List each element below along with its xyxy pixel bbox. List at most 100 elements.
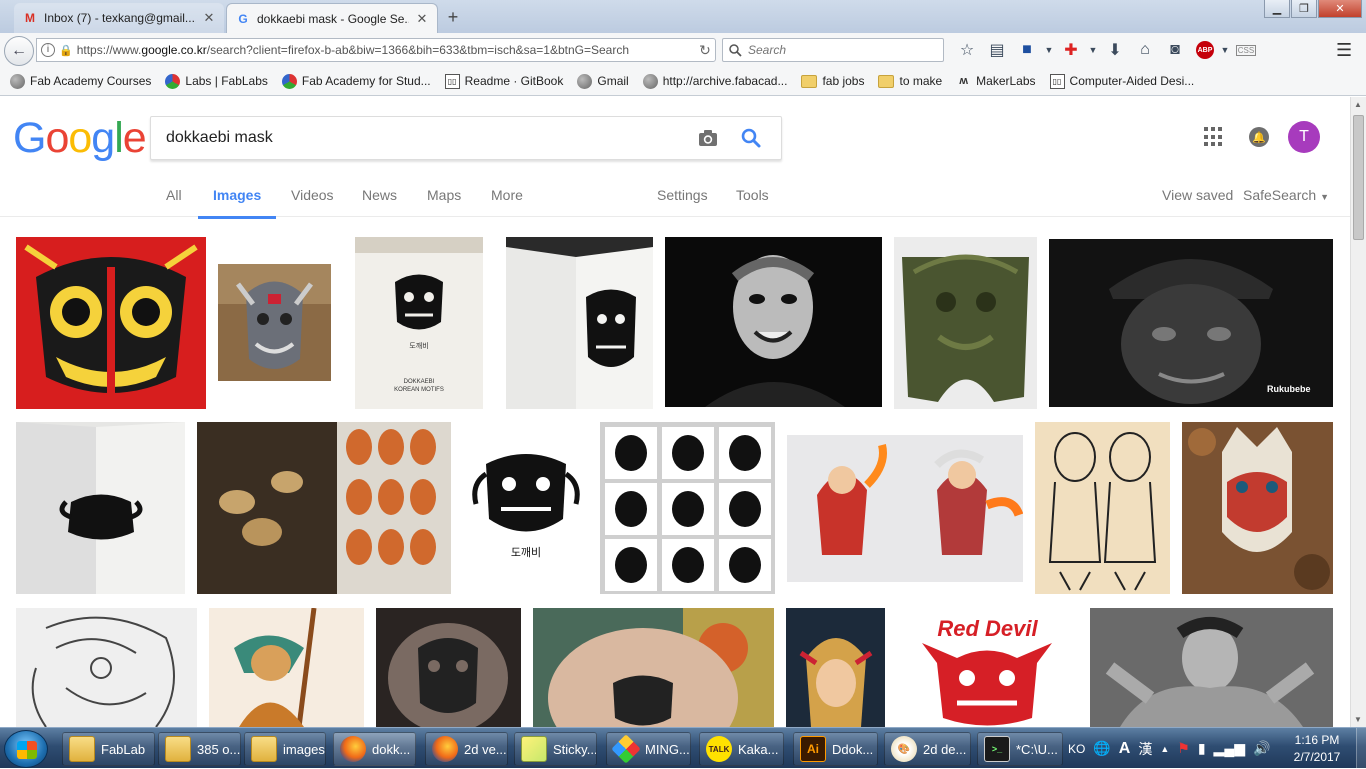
tab-news[interactable]: News [362,187,397,203]
bookmark-item[interactable]: Labs | FabLabs [165,73,268,89]
image-result[interactable]: 도깨비 DOKKAEBI KOREAN MOTIFS [355,237,483,409]
bookmark-folder[interactable]: to make [878,74,942,88]
bookmark-item[interactable]: Fab Academy Courses [10,73,151,89]
tab-tools[interactable]: Tools [736,187,769,203]
close-icon[interactable]: ✕ [415,11,429,27]
download-icon[interactable]: ⬇ [1100,40,1130,60]
language-bar-icon[interactable]: 🌐 [1093,740,1110,757]
back-button[interactable]: ← [4,36,34,66]
hamburger-menu-icon[interactable]: ☰ [1336,40,1352,61]
google-search-box[interactable] [150,116,782,160]
first-aid-icon[interactable]: ✚ [1056,40,1086,60]
pocket-icon[interactable]: ◙ [1160,41,1190,59]
image-result[interactable] [197,422,451,594]
taskbar-item[interactable]: TALK Kaka... [699,732,784,766]
image-result[interactable] [1035,422,1170,594]
dropdown-arrow-icon[interactable]: ▼ [1086,45,1100,55]
action-center-flag-icon[interactable]: ⚑ [1177,740,1190,757]
scroll-down-icon[interactable]: ▼ [1354,715,1362,724]
reading-list-icon[interactable]: ▤ [982,40,1012,60]
adblock-plus-icon[interactable]: ABP [1196,41,1214,59]
taskbar-item[interactable]: >_ *C:\U... [977,732,1063,766]
system-clock[interactable]: 1:16 PM 2/7/2017 [1284,732,1350,766]
bookmark-item[interactable]: http://archive.fabacad... [642,73,787,89]
bookmark-item[interactable]: ʍ MakerLabs [956,74,1035,89]
taskbar-item[interactable]: images [244,732,326,766]
minimize-button[interactable]: ▁ [1264,0,1290,18]
image-result[interactable]: 도깨비 [471,444,581,570]
image-result[interactable] [16,237,206,409]
image-result[interactable]: Red Devil [897,608,1078,727]
taskbar-item[interactable]: 🎨 2d de... [884,732,971,766]
tab-settings[interactable]: Settings [657,187,708,203]
image-result[interactable] [787,435,1023,582]
taskbar-item[interactable]: Ai Ddok... [793,732,878,766]
image-result[interactable] [533,608,774,727]
show-desktop-button[interactable] [1356,728,1366,769]
apps-grid-icon[interactable] [1204,127,1224,147]
safesearch-dropdown[interactable]: SafeSearch ▼ [1243,187,1329,203]
image-result[interactable] [209,608,364,727]
tab-maps[interactable]: Maps [427,187,461,203]
ime-mode[interactable]: A [1119,740,1131,758]
image-result[interactable] [786,608,885,727]
account-avatar[interactable]: T [1288,121,1320,153]
language-indicator[interactable]: KO [1068,742,1085,756]
tab-all[interactable]: All [166,187,182,203]
ime-hanja[interactable]: 漢 [1138,739,1152,759]
url-text[interactable]: https://www.google.co.kr/search?client=f… [77,43,691,57]
image-result[interactable] [16,422,185,594]
scroll-up-icon[interactable]: ▲ [1354,100,1362,109]
camera-icon[interactable] [697,127,719,149]
browser-search-box[interactable] [722,38,944,62]
tab-more[interactable]: More [491,187,523,203]
dropdown-arrow-icon[interactable]: ▼ [1220,45,1230,55]
search-input[interactable] [166,129,686,147]
css-viewer-icon[interactable]: CSS [1236,44,1256,56]
close-window-button[interactable]: ✕ [1318,0,1362,18]
home-icon[interactable]: ⌂ [1130,41,1160,59]
bookmark-item[interactable]: Fab Academy for Stud... [281,73,431,89]
taskbar-item[interactable]: MING... [606,732,691,766]
browser-search-input[interactable] [748,43,928,57]
image-result[interactable] [16,608,197,727]
bookmark-star-icon[interactable]: ☆ [952,40,982,60]
url-bar[interactable]: i 🔒 https://www.google.co.kr/search?clie… [36,38,716,62]
taskbar-item[interactable]: dokk... [333,732,416,766]
image-result[interactable] [1090,608,1333,727]
bookmark-folder[interactable]: fab jobs [801,74,864,88]
image-result[interactable] [894,237,1037,409]
bookmark-item[interactable]: ▯▯ Readme · GitBook [444,73,563,89]
dropdown-arrow-icon[interactable]: ▼ [1042,45,1056,55]
taskbar-item[interactable]: FabLab [62,732,155,766]
taskbar-item[interactable]: Sticky... [514,732,597,766]
maximize-button[interactable]: ❐ [1291,0,1317,18]
volume-icon[interactable]: 🔊 [1253,740,1270,757]
reload-icon[interactable]: ↻ [695,42,715,59]
image-result[interactable]: Rukubebe [1049,239,1333,407]
image-result[interactable] [600,422,775,594]
page-scrollbar[interactable]: ▲ ▼ [1350,97,1366,727]
google-logo[interactable]: Google [13,114,147,163]
image-result[interactable] [218,264,331,381]
image-result[interactable] [506,237,653,409]
image-result[interactable] [1182,422,1333,594]
tab-videos[interactable]: Videos [291,187,334,203]
search-icon[interactable] [739,126,763,150]
network-signal-icon[interactable]: ▂▄▆ [1214,740,1245,757]
tab-gmail[interactable]: M Inbox (7) - texkang@gmail.... ✕ [14,3,224,33]
info-icon[interactable]: i [41,43,55,57]
lock-icon[interactable]: 🔒 [59,44,73,57]
view-saved-link[interactable]: View saved [1162,187,1233,203]
close-icon[interactable]: ✕ [202,10,216,26]
tab-google[interactable]: G dokkaebi mask - Google Se... ✕ [226,3,438,33]
notifications-bell-icon[interactable]: 🔔 [1249,127,1269,147]
taskbar-item[interactable]: 2d ve... [425,732,508,766]
save-icon[interactable]: ■ [1012,41,1042,59]
scrollbar-thumb[interactable] [1353,115,1364,240]
taskbar-item[interactable]: 385 o... [158,732,241,766]
show-hidden-icons-arrow[interactable]: ▲ [1160,744,1169,754]
image-result[interactable] [665,237,882,407]
tab-images[interactable]: Images [197,187,277,219]
image-result[interactable] [376,608,521,727]
